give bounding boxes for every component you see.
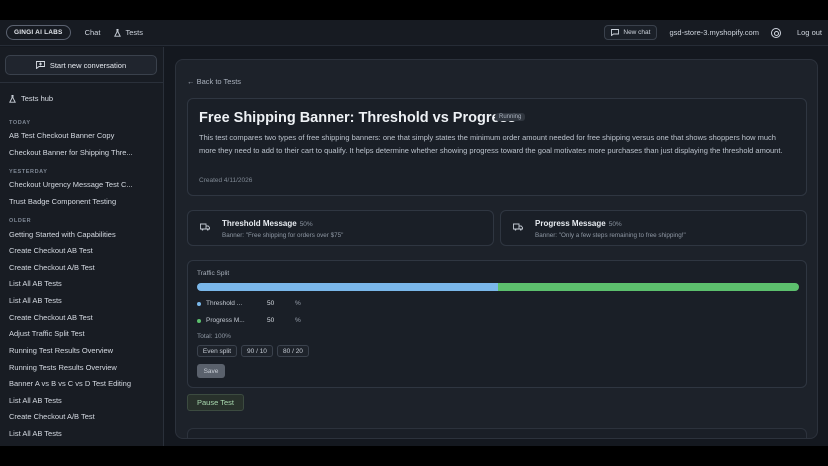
- section-label-today: TODAY: [9, 120, 31, 126]
- bottom-letterbox: [0, 446, 828, 466]
- top-bar: GINGI AI LABS Chat Tests New chat gsd-st…: [0, 20, 828, 46]
- conversation-item[interactable]: Create Checkout AB Test: [9, 313, 93, 322]
- nav-tests[interactable]: Tests: [114, 28, 143, 37]
- split-segment-progress: [498, 283, 799, 291]
- sidebar: Start new conversation Tests hub TODAY A…: [0, 47, 164, 446]
- top-right-group: New chat gsd-store-3.myshopify.com Log o…: [604, 25, 828, 40]
- new-chat-label: New chat: [623, 29, 651, 36]
- logout-button[interactable]: Log out: [797, 28, 822, 37]
- variant-name-text: Threshold Message: [222, 219, 297, 228]
- conversation-item[interactable]: Create Checkout A/B Test: [9, 263, 95, 272]
- conversation-item[interactable]: Running Tests Results Overview: [9, 363, 117, 372]
- series-dot: [197, 318, 201, 323]
- variant-percent: 50%: [608, 221, 622, 228]
- split-row-name: Progress M...: [206, 317, 245, 324]
- nav-chat[interactable]: Chat: [85, 28, 101, 37]
- top-letterbox: [0, 0, 828, 20]
- store-domain: gsd-store-3.myshopify.com: [669, 28, 759, 37]
- variant-name: Threshold Message 50%: [222, 219, 313, 228]
- conversation-item[interactable]: Checkout Urgency Message Test C...: [9, 180, 133, 189]
- conversation-item[interactable]: List All AB Tests: [9, 296, 62, 305]
- test-detail-panel: ← Back to Tests Free Shipping Banner: Th…: [175, 59, 818, 439]
- conversation-item[interactable]: AB Test Checkout Banner Copy: [9, 131, 114, 140]
- conversation-item[interactable]: Trust Badge Component Testing: [9, 197, 116, 206]
- test-summary-card: Free Shipping Banner: Threshold vs Progr…: [187, 98, 807, 196]
- split-row-name: Threshold ...: [206, 300, 243, 307]
- nav-tests-label: Tests: [125, 28, 143, 37]
- truck-icon: [513, 223, 523, 231]
- split-total: Total: 100%: [197, 333, 231, 340]
- traffic-split-label: Traffic Split: [197, 270, 230, 277]
- account-settings-icon[interactable]: [770, 27, 781, 38]
- sidebar-item-tests-hub[interactable]: Tests hub: [9, 94, 53, 103]
- variant-percent: 50%: [299, 221, 313, 228]
- variant-name-text: Progress Message: [535, 219, 606, 228]
- flask-icon: [9, 94, 16, 103]
- conversation-item[interactable]: List All AB Tests: [9, 279, 62, 288]
- conversation-item[interactable]: Running Test Results Overview: [9, 346, 113, 355]
- tests-hub-label: Tests hub: [21, 94, 54, 103]
- status-badge: Running: [495, 113, 526, 121]
- variant-banner-text: Banner: "Only a few steps remaining to f…: [535, 232, 686, 239]
- save-button[interactable]: Save: [197, 364, 225, 378]
- test-description: This test compares two types of free shi…: [199, 133, 783, 155]
- chat-bubble-icon: [611, 29, 620, 36]
- variant-banner-text: Banner: "Free shipping for orders over $…: [222, 232, 344, 239]
- variant-card-progress[interactable]: Progress Message 50% Banner: "Only a few …: [500, 210, 807, 246]
- sidebar-divider: [0, 82, 164, 83]
- brand-logo[interactable]: GINGI AI LABS: [6, 25, 71, 40]
- conversation-item[interactable]: Getting Started with Capabilities: [9, 230, 116, 239]
- series-dot: [197, 301, 201, 306]
- preset-80-20-button[interactable]: 80 / 20: [277, 345, 309, 357]
- traffic-split-bar[interactable]: [197, 283, 799, 291]
- start-new-conversation-button[interactable]: Start new conversation: [5, 55, 157, 75]
- pause-test-button[interactable]: Pause Test: [187, 394, 244, 411]
- flask-icon: [114, 28, 122, 37]
- section-label-yesterday: YESTERDAY: [9, 169, 48, 175]
- conversation-item[interactable]: List All AB Tests: [9, 396, 62, 405]
- split-row-threshold: Threshold ... 50 %: [197, 300, 301, 307]
- percent-unit: %: [295, 317, 301, 324]
- preset-even-split-button[interactable]: Even split: [197, 345, 237, 357]
- chat-plus-icon: [35, 61, 45, 69]
- split-value-input[interactable]: 50: [267, 300, 295, 307]
- split-segment-threshold: [197, 283, 498, 291]
- results-card: [187, 428, 807, 438]
- preset-90-10-button[interactable]: 90 / 10: [241, 345, 273, 357]
- traffic-split-card: Traffic Split Threshold ... 50 % Progres…: [187, 260, 807, 388]
- section-label-older: OLDER: [9, 218, 32, 224]
- conversation-item[interactable]: Banner A vs B vs C vs D Test Editing: [9, 379, 131, 388]
- conversation-item[interactable]: Adjust Traffic Split Test: [9, 329, 85, 338]
- split-row-progress: Progress M... 50 %: [197, 317, 301, 324]
- conversation-item[interactable]: Create Checkout AB Test: [9, 246, 93, 255]
- variant-card-threshold[interactable]: Threshold Message 50% Banner: "Free shipp…: [187, 210, 494, 246]
- created-date: Created 4/11/2026: [199, 177, 253, 184]
- conversation-item[interactable]: Checkout Banner for Shipping Thre...: [9, 148, 133, 157]
- conversation-item[interactable]: List All AB Tests: [9, 429, 62, 438]
- start-new-conversation-label: Start new conversation: [49, 60, 127, 70]
- app-window: GINGI AI LABS Chat Tests New chat gsd-st…: [0, 20, 828, 446]
- variant-name: Progress Message 50%: [535, 219, 622, 228]
- new-chat-button[interactable]: New chat: [604, 25, 658, 40]
- page-title: Free Shipping Banner: Threshold vs Progr…: [199, 110, 516, 126]
- truck-icon: [200, 223, 210, 231]
- conversation-item[interactable]: Create Checkout A/B Test: [9, 412, 95, 421]
- nav-chat-label: Chat: [84, 28, 101, 37]
- back-to-tests-link[interactable]: ← Back to Tests: [187, 77, 241, 86]
- percent-unit: %: [295, 300, 301, 307]
- split-value-input[interactable]: 50: [267, 317, 295, 324]
